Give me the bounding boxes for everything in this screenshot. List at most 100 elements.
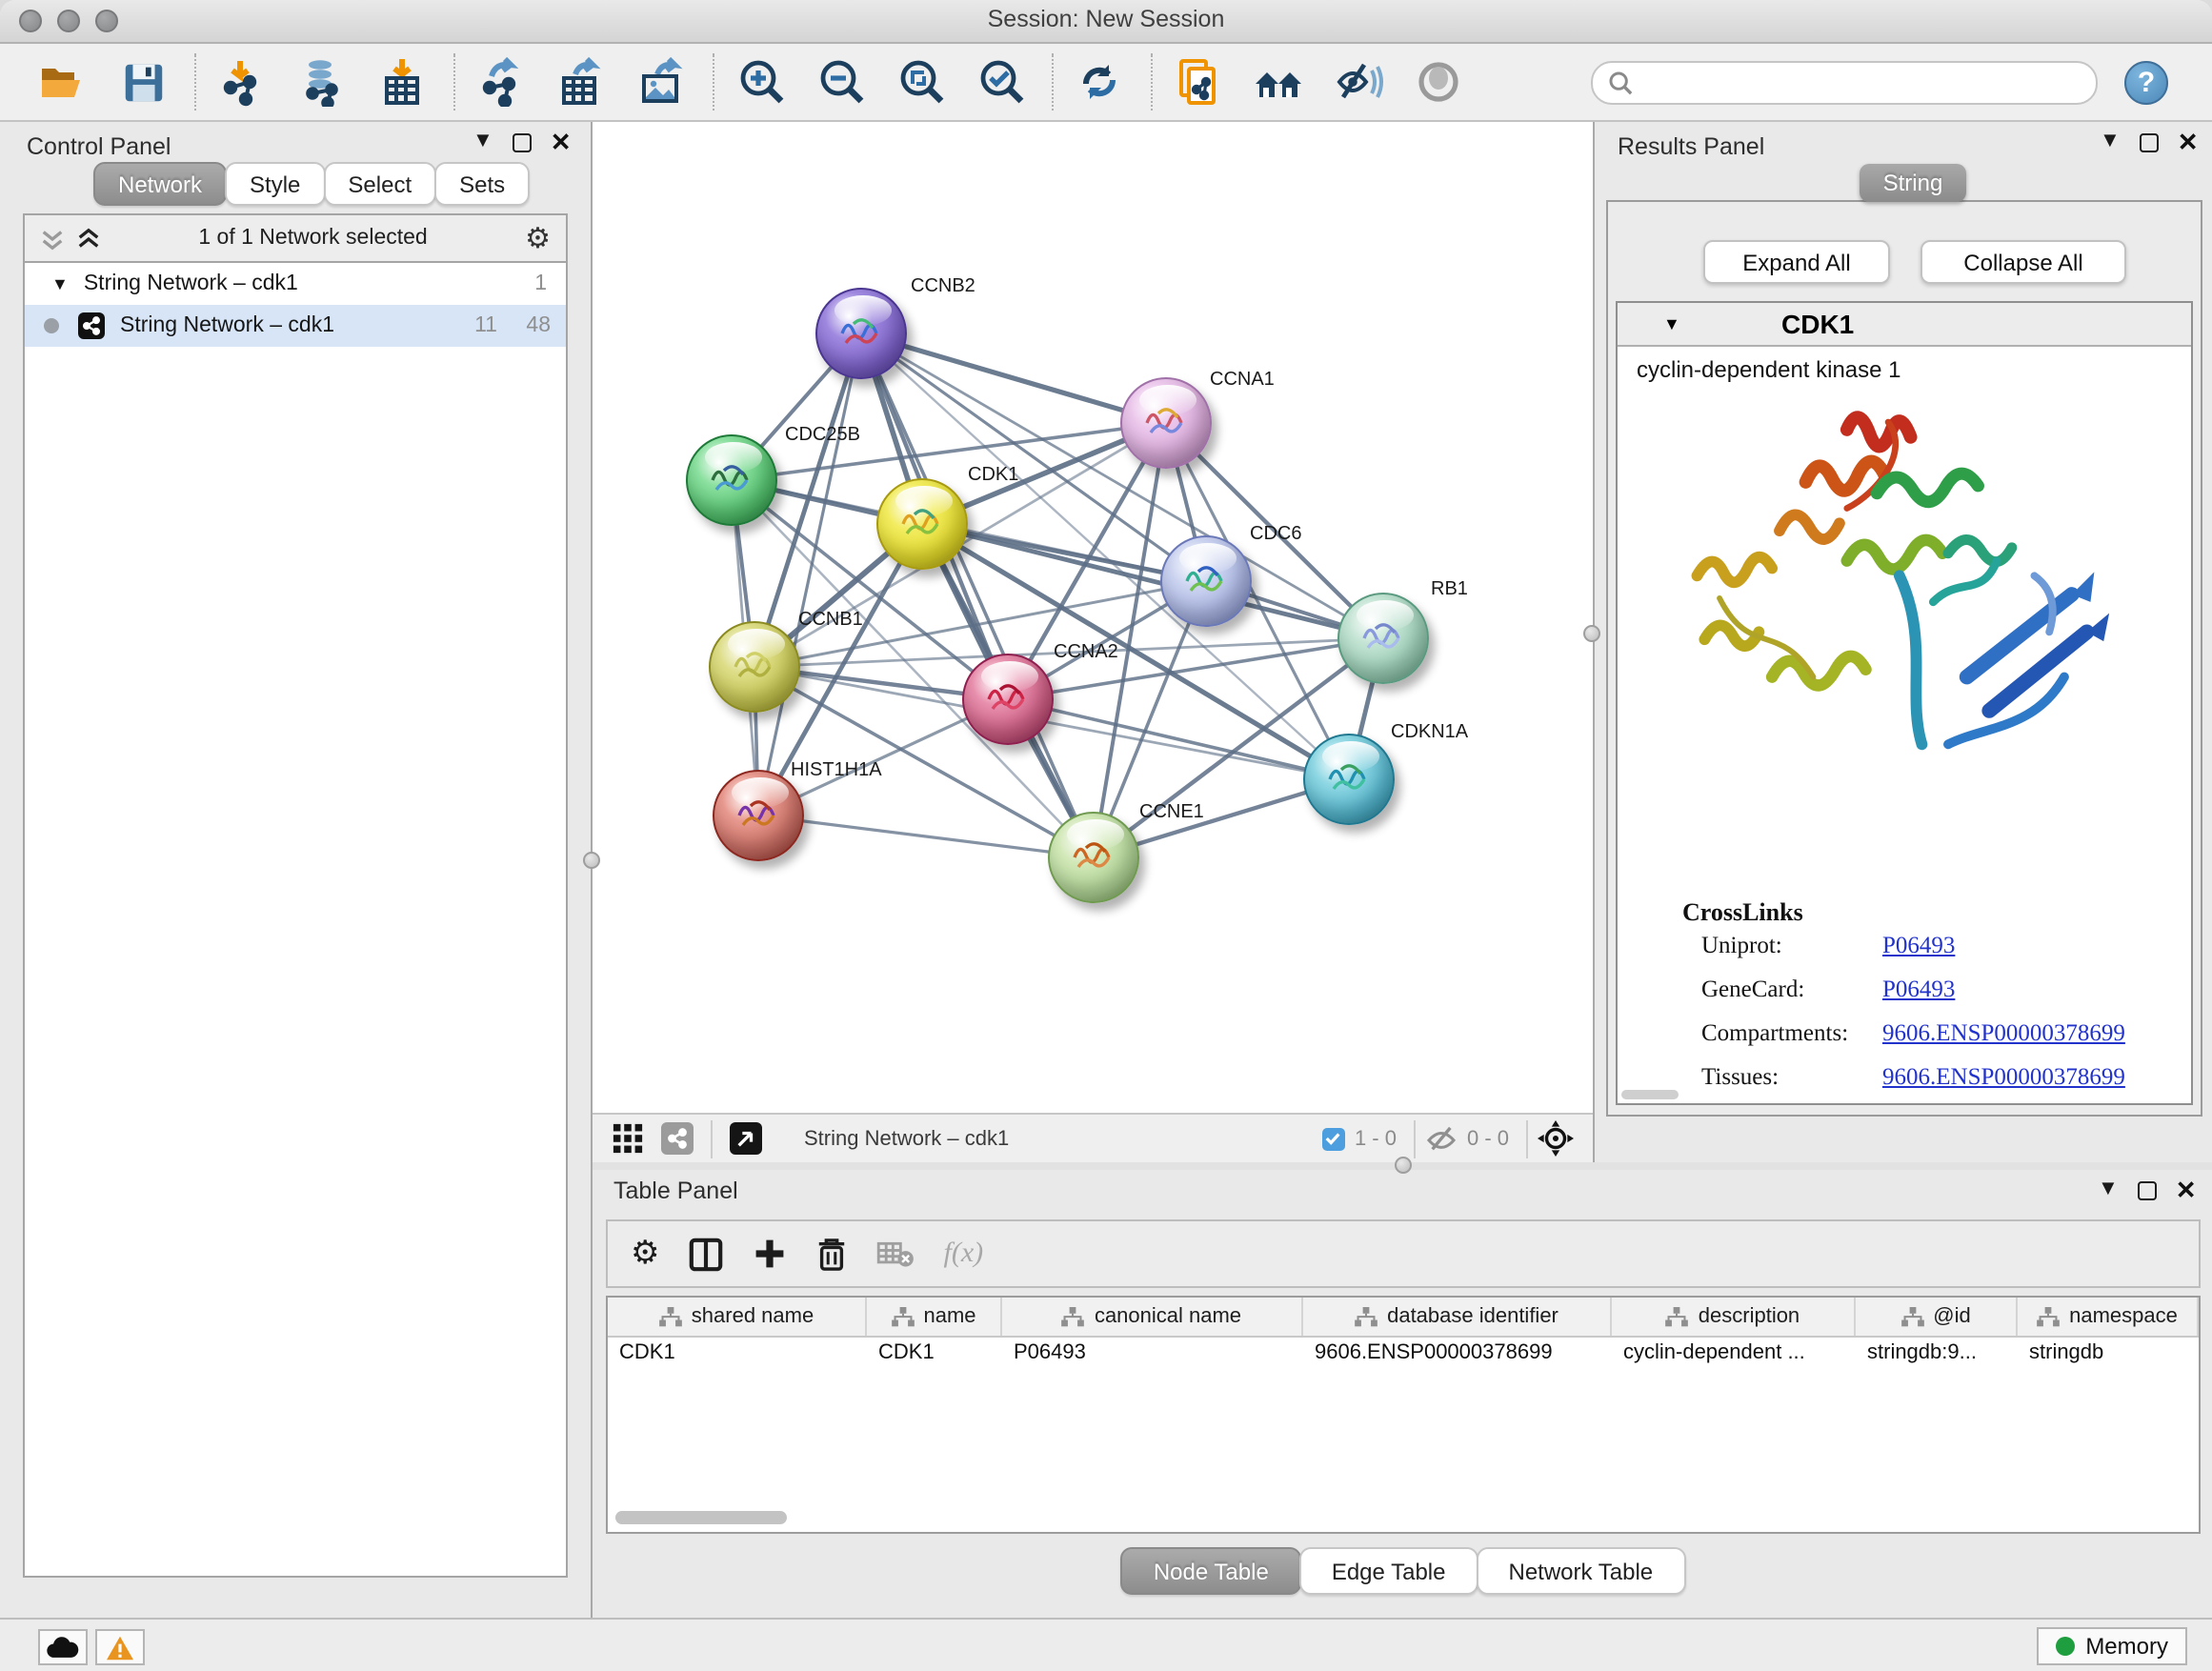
delete-column-trash-icon[interactable] (816, 1236, 849, 1272)
right-splitter-handle[interactable] (1583, 625, 1600, 642)
import-table-icon[interactable] (370, 50, 434, 114)
network-edge[interactable] (861, 333, 1166, 423)
bottom-splitter-handle[interactable] (1395, 1157, 1412, 1174)
hide-panel-eye-icon[interactable] (1326, 50, 1391, 114)
expand-all-icon[interactable] (76, 226, 101, 251)
birds-eye-view-icon[interactable] (612, 1122, 644, 1155)
hidden-eye-icon[interactable] (1425, 1125, 1458, 1152)
results-hscrollbar[interactable] (1621, 1090, 1679, 1099)
zoom-selected-icon[interactable] (968, 50, 1033, 114)
crosslink-value-link[interactable]: P06493 (1882, 976, 1955, 1004)
zoom-out-icon[interactable] (808, 50, 873, 114)
network-node-CCNA1[interactable] (1120, 377, 1212, 469)
network-node-RB1[interactable] (1337, 593, 1429, 684)
table-cell[interactable]: CDK1 (608, 1336, 867, 1370)
export-image-icon[interactable] (629, 50, 694, 114)
column-header-name[interactable]: name (867, 1298, 1002, 1336)
gear-icon[interactable]: ⚙ (525, 221, 551, 255)
memory-button[interactable]: Memory (2036, 1627, 2187, 1665)
network-row-selected[interactable]: String Network – cdk1 11 48 (25, 305, 566, 347)
zoom-in-icon[interactable] (728, 50, 793, 114)
crosslink-value-link[interactable]: P06493 (1882, 932, 1955, 960)
home-icon[interactable] (1246, 50, 1311, 114)
network-collection-row[interactable]: ▼ String Network – cdk1 1 (25, 263, 566, 305)
panel-float-icon[interactable] (513, 132, 532, 151)
table-hscrollbar[interactable] (615, 1511, 787, 1524)
network-node-HIST1H1A[interactable] (713, 770, 804, 861)
table-cell[interactable]: CDK1 (867, 1336, 1002, 1370)
gene-header-row[interactable]: ▼ CDK1 (1618, 303, 2191, 347)
expand-all-button[interactable]: Expand All (1703, 240, 1890, 284)
column-header-namespace[interactable]: namespace (2018, 1298, 2199, 1336)
panel-menu-caret-icon[interactable]: ▼ (2100, 131, 2121, 152)
search-input[interactable] (1642, 69, 2081, 95)
panel-close-icon[interactable]: ✕ (551, 130, 572, 154)
table-cell[interactable]: P06493 (1002, 1336, 1303, 1370)
column-header--id[interactable]: @id (1856, 1298, 2018, 1336)
import-database-icon[interactable] (290, 50, 354, 114)
refresh-icon[interactable] (1067, 50, 1132, 114)
column-header-description[interactable]: description (1612, 1298, 1856, 1336)
table-cell[interactable]: 9606.ENSP00000378699 (1303, 1336, 1612, 1370)
open-in-browser-icon[interactable] (730, 1122, 762, 1155)
table-data-row[interactable]: CDK1CDK1P064939606.ENSP00000378699cyclin… (608, 1336, 2199, 1370)
save-session-icon[interactable] (111, 50, 175, 114)
delete-table-icon[interactable] (877, 1238, 915, 1269)
help-icon[interactable]: ? (2124, 60, 2168, 104)
search-box[interactable] (1591, 60, 2098, 104)
network-node-CCNE1[interactable] (1048, 812, 1139, 903)
gene-collapse-caret-icon[interactable]: ▼ (1663, 314, 1680, 333)
network-edge[interactable] (758, 333, 861, 815)
network-node-CCNB2[interactable] (815, 288, 907, 379)
panel-float-icon[interactable] (2140, 132, 2159, 151)
network-node-CCNA2[interactable] (962, 654, 1054, 745)
column-header-database-identifier[interactable]: database identifier (1303, 1298, 1612, 1336)
panel-float-icon[interactable] (2138, 1180, 2157, 1199)
column-header-canonical-name[interactable]: canonical name (1002, 1298, 1303, 1336)
network-node-CDC25B[interactable] (686, 434, 777, 526)
export-table-icon[interactable] (549, 50, 613, 114)
eye-icon[interactable] (1406, 50, 1471, 114)
panel-close-icon[interactable]: ✕ (2176, 1178, 2197, 1202)
table-cell[interactable]: cyclin-dependent ... (1612, 1336, 1856, 1370)
tab-edge-table[interactable]: Edge Table (1299, 1547, 1478, 1595)
network-node-CCNB1[interactable] (709, 621, 800, 713)
string-view-icon[interactable] (661, 1122, 694, 1155)
column-header-shared-name[interactable]: shared name (608, 1298, 867, 1336)
table-settings-gear-icon[interactable]: ⚙ (631, 1235, 660, 1273)
zoom-fit-icon[interactable] (888, 50, 953, 114)
tab-network[interactable]: Network (93, 162, 227, 206)
network-edge[interactable] (1008, 699, 1349, 779)
cloud-status-button[interactable] (38, 1629, 88, 1665)
fit-selected-crosshair-icon[interactable] (1538, 1120, 1574, 1157)
add-column-icon[interactable] (754, 1237, 788, 1271)
function-builder-icon[interactable]: f(x) (944, 1238, 984, 1270)
open-session-icon[interactable] (30, 50, 95, 114)
tab-string[interactable]: String (1860, 164, 1966, 202)
collapse-all-button[interactable]: Collapse All (1920, 240, 2126, 284)
tab-select[interactable]: Select (323, 162, 436, 206)
warning-status-button[interactable] (95, 1629, 145, 1665)
clone-network-icon[interactable] (1166, 50, 1231, 114)
network-canvas[interactable]: CCNB2CCNA1CDC25BCDK1CDC6RB1CCNB1CCNA2CDK… (593, 122, 1593, 1113)
show-columns-icon[interactable] (689, 1236, 725, 1272)
tab-sets[interactable]: Sets (434, 162, 530, 206)
panel-close-icon[interactable]: ✕ (2178, 130, 2199, 154)
collapse-all-icon[interactable] (40, 226, 65, 251)
crosslink-value-link[interactable]: 9606.ENSP00000378699 (1882, 1063, 2125, 1092)
left-splitter-handle[interactable] (583, 852, 600, 869)
import-network-icon[interactable] (210, 50, 274, 114)
tab-node-table[interactable]: Node Table (1121, 1547, 1301, 1595)
selected-checkbox-icon[interactable] (1322, 1127, 1345, 1150)
network-edge[interactable] (758, 815, 1094, 857)
table-cell[interactable]: stringdb:9... (1856, 1336, 2018, 1370)
tab-style[interactable]: Style (225, 162, 325, 206)
export-network-icon[interactable] (469, 50, 533, 114)
network-node-CDKN1A[interactable] (1303, 734, 1395, 825)
panel-menu-caret-icon[interactable]: ▼ (2098, 1179, 2119, 1200)
tree-expand-caret-icon[interactable]: ▼ (51, 274, 69, 293)
panel-menu-caret-icon[interactable]: ▼ (473, 131, 493, 152)
tab-network-table[interactable]: Network Table (1477, 1547, 1686, 1595)
network-edge[interactable] (861, 333, 1094, 857)
network-node-CDC6[interactable] (1160, 535, 1252, 627)
